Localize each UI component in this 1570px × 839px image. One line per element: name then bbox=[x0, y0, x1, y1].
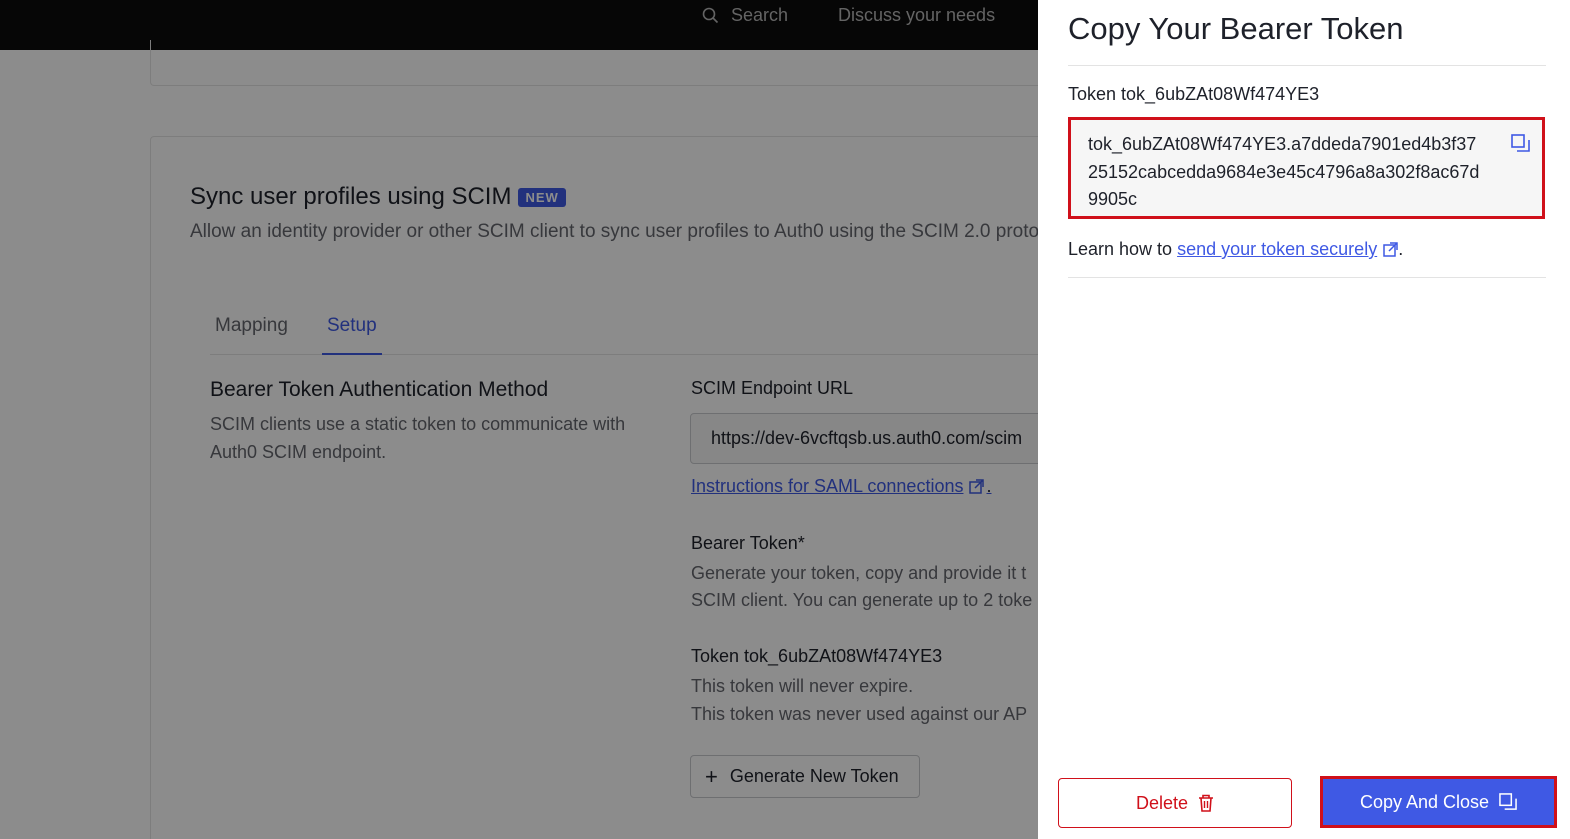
trash-icon bbox=[1199, 794, 1214, 812]
delete-button[interactable]: Delete bbox=[1058, 778, 1292, 828]
divider bbox=[1068, 277, 1546, 278]
copy-icon[interactable] bbox=[1511, 134, 1530, 162]
drawer-title: Copy Your Bearer Token bbox=[1068, 11, 1404, 46]
copy-and-close-button[interactable]: Copy And Close bbox=[1320, 776, 1557, 828]
send-token-securely-link[interactable]: send your token securely bbox=[1177, 239, 1377, 260]
token-value: tok_6ubZAt08Wf474YE3.a7ddeda7901ed4b3f37… bbox=[1088, 134, 1480, 209]
learn-prefix: Learn how to bbox=[1068, 239, 1173, 259]
copy-and-close-label: Copy And Close bbox=[1359, 791, 1490, 812]
learn-text: Learn how to send your token securely . bbox=[1068, 239, 1403, 260]
copy-icon bbox=[1499, 793, 1517, 810]
learn-suffix: . bbox=[1398, 239, 1404, 259]
bearer-token-drawer: Copy Your Bearer Token Token tok_6ubZAt0… bbox=[1038, 0, 1570, 839]
drawer-token-label: Token tok_6ubZAt08Wf474YE3 bbox=[1068, 84, 1320, 104]
external-link-icon bbox=[1383, 242, 1398, 257]
token-value-box[interactable]: tok_6ubZAt08Wf474YE3.a7ddeda7901ed4b3f37… bbox=[1068, 117, 1545, 219]
delete-label: Delete bbox=[1135, 792, 1189, 813]
divider bbox=[1068, 65, 1546, 66]
